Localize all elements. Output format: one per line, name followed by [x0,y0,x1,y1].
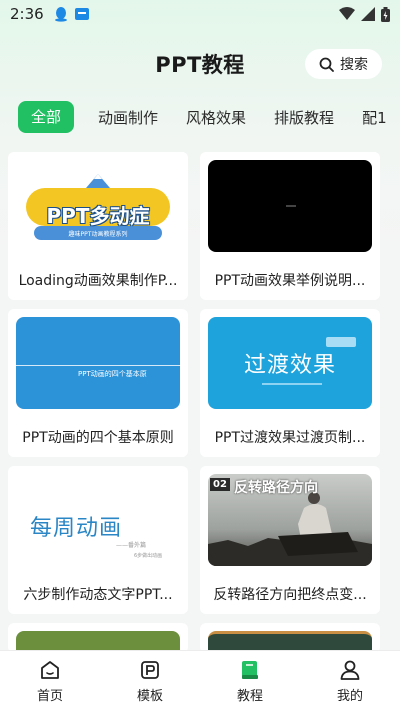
card-thumb-title: 每周动画 [30,516,123,541]
card-thumb-number: 02 [210,478,230,491]
home-icon [41,660,59,679]
tab-layout[interactable]: 排版教程 [274,107,334,128]
tab-color[interactable]: 配1 [362,107,387,128]
card-title: 六步制作动态文字PPT... [23,587,173,603]
nav-home-label: 首页 [36,688,63,704]
search-label: 搜索 [340,57,368,73]
card-thumbnail: 02 反转路径方向 [208,474,372,566]
nav-templates[interactable]: 模板 [100,651,200,711]
nav-tutorials-label: 教程 [236,688,263,704]
signal-icon [361,7,375,21]
category-tabs: 全部 动画制作 风格效果 排版教程 配1 [18,100,400,134]
status-time: 2:36 [10,5,44,23]
search-icon [319,57,334,72]
card-thumb-title: 过渡效果 [243,353,336,378]
battery-icon [381,6,390,22]
search-button[interactable]: 搜索 [305,49,382,79]
screen-notification-icon [74,8,89,20]
nav-profile[interactable]: 我的 [300,651,400,711]
template-icon [141,660,159,679]
tutorial-card[interactable] [8,623,188,653]
card-thumbnail: 过渡效果 [208,317,372,409]
card-thumb-title: PPT动画的四个基本原 [78,370,147,378]
card-thumbnail: PPT动画的四个基本原 [16,317,180,409]
qq-notification-icon [54,7,67,22]
card-thumbnail [208,160,372,252]
card-title: 反转路径方向把终点变... [213,587,367,603]
status-bar: 2:36 [0,0,400,28]
card-title: PPT动画的四个基本原则 [22,430,174,446]
card-thumb-subtitle: ——番外篇 [116,542,147,549]
card-thumb-title: 反转路径方向 [234,480,318,496]
nav-home[interactable]: 首页 [0,651,100,711]
tutorial-card[interactable]: 02 反转路径方向 反转路径方向把终点变... [200,466,380,614]
tutorial-card[interactable] [200,623,380,653]
tab-all[interactable]: 全部 [18,101,75,133]
wifi-icon [339,7,355,20]
nav-tutorials[interactable]: 教程 [200,651,300,711]
tutorial-card[interactable]: 每周动画 ——番外篇 6步做出动画 六步制作动态文字PPT... [8,466,188,614]
tutorial-card[interactable]: 过渡效果 PPT过渡效果过渡页制... [200,309,380,457]
tab-style[interactable]: 风格效果 [186,107,246,128]
card-thumb-title: PPT多动症 [46,204,150,228]
card-thumbnail: PPT多动症 趣味PPT动画教程系列 [16,160,180,252]
page-title: PPT教程 [155,53,245,77]
card-title: PPT过渡效果过渡页制... [214,430,366,446]
tutorial-card[interactable]: PPT动画的四个基本原 PPT动画的四个基本原则 [8,309,188,457]
card-thumb-note: 6步做出动画 [134,553,163,559]
tutorial-card[interactable]: PPT动画效果举例说明... [200,152,380,300]
card-thumb-subtitle: 趣味PPT动画教程系列 [68,231,128,238]
book-icon [242,660,258,679]
card-thumbnail: 每周动画 ——番外篇 6步做出动画 [16,474,180,566]
header: PPT教程 搜索 [0,42,400,86]
card-title: PPT动画效果举例说明... [214,273,366,289]
bottom-nav: 首页 模板 教程 我的 [0,650,400,711]
user-icon [340,660,360,680]
tab-animation[interactable]: 动画制作 [98,107,158,128]
nav-profile-label: 我的 [336,688,363,704]
tutorial-card[interactable]: PPT多动症 趣味PPT动画教程系列 Loading动画效果制作P... [8,152,188,300]
card-title: Loading动画效果制作P... [18,273,178,289]
nav-templates-label: 模板 [136,688,163,704]
